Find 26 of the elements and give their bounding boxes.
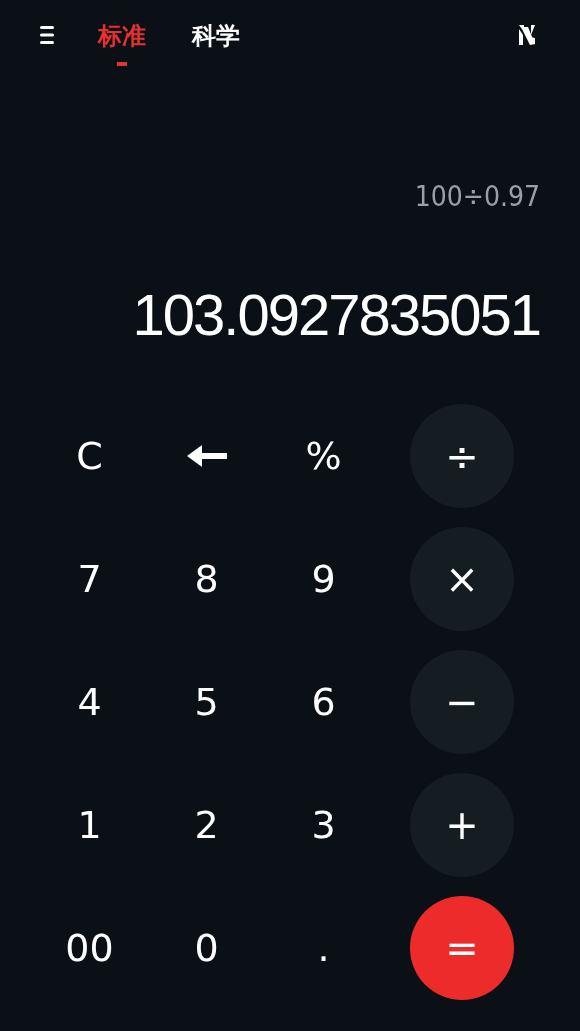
digit-key[interactable]: 6	[265, 640, 382, 763]
digit-key[interactable]: 5	[148, 640, 265, 763]
digit-key[interactable]: 7	[31, 517, 148, 640]
result-text: 103.0927835051	[132, 281, 540, 348]
digit-key[interactable]: %	[265, 394, 382, 517]
equals-key[interactable]: =	[410, 895, 514, 1000]
digit-key[interactable]: .	[265, 886, 382, 1009]
digit-key[interactable]: 0	[148, 886, 265, 1009]
digit-key[interactable]: 9	[265, 517, 382, 640]
operator-key[interactable]: ×	[410, 526, 514, 631]
slash-logo-icon[interactable]	[518, 24, 536, 46]
menu-icon[interactable]	[40, 24, 54, 46]
digit-key[interactable]: 8	[148, 517, 265, 640]
digit-key[interactable]: 1	[31, 763, 148, 886]
operator-key[interactable]: −	[410, 649, 514, 754]
digit-key[interactable]: 4	[31, 640, 148, 763]
digit-key[interactable]: C	[31, 394, 148, 517]
digit-key[interactable]: 00	[31, 886, 148, 1009]
left-arrow-icon	[186, 443, 227, 468]
mode-tab[interactable]: 科学	[192, 14, 240, 66]
operator-key[interactable]: ÷	[410, 403, 514, 508]
mode-tab[interactable]: 标准	[98, 14, 146, 66]
digit-key[interactable]: 3	[265, 763, 382, 886]
digit-key[interactable]: 2	[148, 763, 265, 886]
operator-key[interactable]: +	[410, 772, 514, 877]
expression-text: 100÷0.97	[414, 180, 540, 213]
